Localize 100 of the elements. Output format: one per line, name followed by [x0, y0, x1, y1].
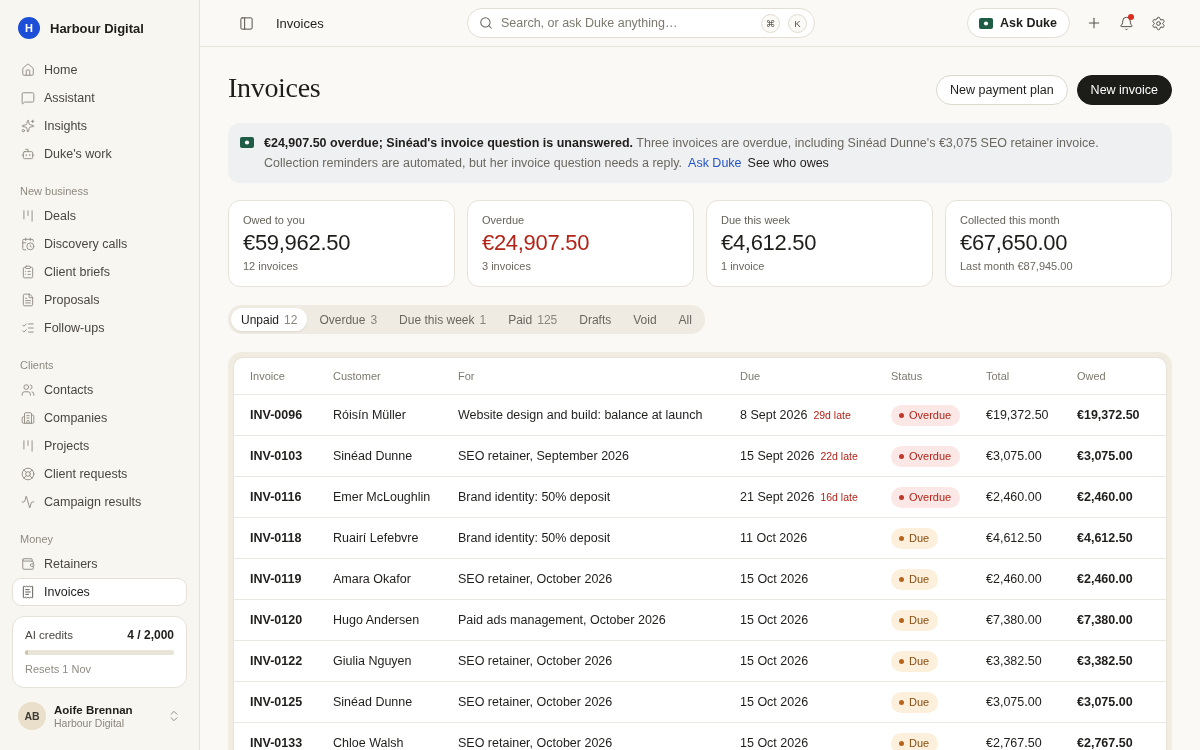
- stat-value: €24,907.50: [482, 230, 590, 256]
- late-label: 16d late: [820, 491, 858, 503]
- status-label: Overdue: [909, 491, 952, 503]
- table-cell: €2,767.50: [986, 736, 1042, 750]
- table-cell: SEO retainer, October 2026: [458, 654, 613, 668]
- nav-item[interactable]: Invoices: [12, 578, 187, 606]
- table-cell: €2,460.00: [1077, 572, 1133, 586]
- status-dot-icon: [899, 658, 904, 664]
- secondary-button[interactable]: New payment plan: [936, 75, 1068, 105]
- search-input[interactable]: Search, or ask Duke anything…: [501, 16, 753, 30]
- filter-tab[interactable]: Void: [623, 308, 667, 331]
- plus-icon: [1086, 15, 1102, 31]
- column-header: Owed: [1077, 370, 1106, 382]
- table-cell: INV-0133: [250, 736, 303, 750]
- status-label: Overdue: [909, 409, 952, 421]
- nav-item[interactable]: Client briefs: [12, 258, 187, 286]
- status-label: Due: [909, 696, 930, 708]
- nav-item[interactable]: Companies: [12, 404, 187, 432]
- nav-item[interactable]: Duke's work: [12, 140, 187, 168]
- document-icon: [21, 293, 35, 307]
- nav-item[interactable]: Assistant: [12, 84, 187, 112]
- chat-icon: [21, 91, 35, 105]
- settings-icon: [1150, 15, 1166, 31]
- status-label: Overdue: [909, 450, 952, 462]
- primary-button[interactable]: New invoice: [1076, 75, 1172, 105]
- wallet-icon: [21, 557, 35, 571]
- table-cell: €3,382.50: [986, 654, 1042, 668]
- nav-item[interactable]: Proposals: [12, 286, 187, 314]
- table-cell: €4,612.50: [1077, 531, 1133, 545]
- status-dot-icon: [899, 576, 904, 582]
- credits-note: Resets 1 Nov: [25, 663, 92, 675]
- filter-tab[interactable]: Drafts: [569, 308, 622, 331]
- column-header: Due: [740, 370, 761, 382]
- column-header: Invoice: [250, 370, 285, 382]
- due-date: 21 Sept 2026: [740, 490, 815, 504]
- table-cell: INV-0103: [250, 449, 303, 463]
- table-cell: INV-0118: [250, 531, 302, 545]
- stat-value: €59,962.50: [243, 230, 351, 256]
- filter-tab[interactable]: Unpaid 12: [231, 308, 308, 331]
- nav-item[interactable]: Deals: [12, 202, 187, 230]
- table-cell: €3,075.00: [1077, 449, 1133, 463]
- status-dot-icon: [899, 412, 904, 418]
- user-name: Aoife Brennan: [54, 703, 133, 716]
- banner-link[interactable]: See who owes: [747, 156, 829, 170]
- due-date: 15 Oct 2026: [740, 695, 809, 709]
- pulse-line-icon: [21, 495, 35, 509]
- filter-tab[interactable]: All: [668, 308, 702, 331]
- credits-value: 4 / 2,000: [127, 628, 174, 642]
- table-cell: Website design and build: balance at launch: [458, 408, 703, 422]
- due-date: 11 Oct 2026: [740, 531, 808, 545]
- filter-tab[interactable]: Paid 125: [498, 308, 568, 331]
- page-title: Invoices: [228, 72, 321, 104]
- status-label: Due: [909, 573, 930, 585]
- table-cell: €4,612.50: [986, 531, 1042, 545]
- workspace-name: Harbour Digital: [50, 20, 144, 36]
- people-icon: [21, 383, 35, 397]
- table-cell: Chloe Walsh: [333, 736, 404, 750]
- status-dot-icon: [899, 699, 904, 705]
- nav-item[interactable]: Retainers: [12, 550, 187, 578]
- status-label: Due: [909, 532, 930, 544]
- table-cell: INV-0125: [250, 695, 303, 709]
- stat-label: Owed to you: [243, 214, 305, 227]
- kanban-icon: [21, 209, 35, 223]
- search-icon: [479, 16, 493, 30]
- nav-item[interactable]: Contacts: [12, 376, 187, 404]
- nav-item[interactable]: Campaign results: [12, 488, 187, 516]
- nav-item[interactable]: Projects: [12, 432, 187, 460]
- stat-note: 12 invoices: [243, 260, 299, 273]
- table-cell: INV-0096: [250, 408, 303, 422]
- nav-item[interactable]: Follow-ups: [12, 314, 187, 342]
- due-date: 15 Oct 2026: [740, 613, 809, 627]
- nav-item[interactable]: Client requests: [12, 460, 187, 488]
- bell-icon: [1118, 15, 1134, 31]
- status-label: Due: [909, 655, 930, 667]
- lifebuoy-icon: [21, 467, 35, 481]
- avatar: AB: [18, 702, 46, 730]
- status-label: Due: [909, 737, 930, 749]
- filter-tab[interactable]: Due this week 1: [389, 308, 497, 331]
- nav-item[interactable]: Discovery calls: [12, 230, 187, 258]
- status-dot-icon: [899, 740, 904, 746]
- stat-label: Collected this month: [960, 214, 1060, 227]
- stat-label: Overdue: [482, 214, 525, 227]
- sparkles-icon: [21, 119, 35, 133]
- table-cell: INV-0120: [250, 613, 303, 627]
- stat-note: 3 invoices: [482, 260, 531, 273]
- nav-item[interactable]: Home: [12, 56, 187, 84]
- table-cell: Hugo Andersen: [333, 613, 420, 627]
- stat-note: 1 invoice: [721, 260, 765, 273]
- section-label: Clients: [19, 358, 55, 373]
- table-cell: €3,075.00: [986, 695, 1042, 709]
- table-cell: €7,380.00: [1077, 613, 1133, 627]
- nav-item[interactable]: Insights: [12, 112, 187, 140]
- ask-assistant-button[interactable]: Ask Duke: [967, 8, 1070, 38]
- banner-link[interactable]: Ask Duke: [688, 156, 742, 170]
- filter-tab[interactable]: Overdue 3: [309, 308, 388, 331]
- section-label: Money: [19, 532, 55, 547]
- search-field[interactable]: Search, or ask Duke anything… ⌘ K: [467, 8, 815, 38]
- banknote-icon: [240, 137, 254, 148]
- table-cell: SEO retainer, October 2026: [458, 736, 613, 750]
- workspace-logo: H: [18, 17, 40, 39]
